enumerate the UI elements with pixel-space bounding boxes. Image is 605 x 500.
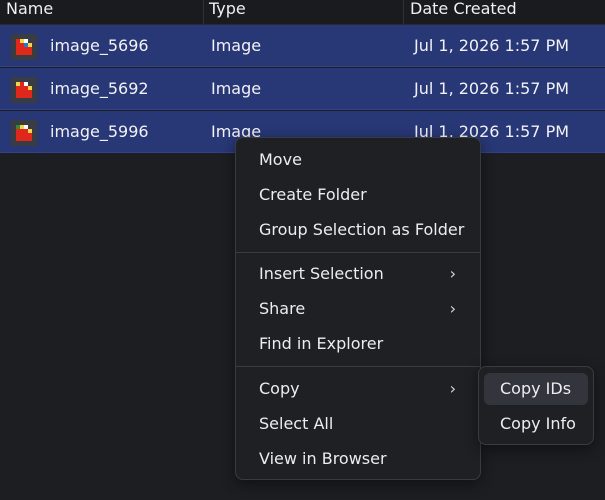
menu-item-label: View in Browser (259, 449, 387, 468)
menu-item-view-in-browser[interactable]: View in Browser (236, 442, 480, 476)
image-thumbnail-icon (11, 77, 37, 103)
menu-item-insert-selection[interactable]: Insert Selection › (236, 257, 480, 291)
image-thumbnail-icon (11, 34, 37, 60)
submenu-item-copy-info[interactable]: Copy Info (484, 408, 588, 440)
menu-item-share[interactable]: Share › (236, 292, 480, 326)
image-thumbnail-icon (11, 120, 37, 146)
table-row[interactable]: image_5692 Image Jul 1, 2026 1:57 PM (0, 68, 605, 110)
row-date-created: Jul 1, 2026 1:57 PM (414, 79, 570, 98)
column-header: Name Type Date Created (0, 0, 605, 25)
row-name: image_5696 (50, 36, 149, 55)
menu-item-label: Create Folder (259, 185, 367, 204)
menu-divider (236, 252, 480, 253)
menu-item-label: Find in Explorer (259, 334, 384, 353)
column-header-type[interactable]: Type (204, 0, 404, 24)
menu-item-copy[interactable]: Copy › (236, 372, 480, 406)
row-name: image_5692 (50, 79, 149, 98)
column-header-date-created[interactable]: Date Created (404, 0, 605, 24)
row-type: Image (211, 36, 262, 55)
copy-submenu: Copy IDs Copy Info (478, 366, 594, 445)
menu-item-label: Copy (259, 379, 300, 398)
column-header-name[interactable]: Name (0, 0, 204, 24)
menu-divider (236, 366, 480, 367)
menu-item-label: Group Selection as Folder (259, 220, 465, 239)
chevron-right-icon: › (449, 379, 456, 398)
menu-item-create-folder[interactable]: Create Folder (236, 178, 480, 212)
chevron-right-icon: › (449, 264, 456, 283)
submenu-item-label: Copy Info (500, 414, 576, 433)
menu-item-label: Select All (259, 414, 334, 433)
menu-item-select-all[interactable]: Select All (236, 407, 480, 441)
menu-item-label: Move (259, 150, 302, 169)
menu-item-label: Share (259, 299, 306, 318)
menu-item-move[interactable]: Move (236, 143, 480, 177)
submenu-item-copy-ids[interactable]: Copy IDs (484, 373, 588, 405)
menu-item-label: Insert Selection (259, 264, 384, 283)
context-menu: Move Create Folder Group Selection as Fo… (235, 137, 481, 480)
table-row[interactable]: image_5696 Image Jul 1, 2026 1:57 PM (0, 25, 605, 67)
chevron-right-icon: › (449, 299, 456, 318)
submenu-item-label: Copy IDs (500, 379, 572, 398)
row-name: image_5996 (50, 122, 149, 141)
menu-item-group-selection-as-folder[interactable]: Group Selection as Folder (236, 213, 480, 247)
menu-item-find-in-explorer[interactable]: Find in Explorer (236, 327, 480, 361)
row-type: Image (211, 79, 262, 98)
row-date-created: Jul 1, 2026 1:57 PM (414, 36, 570, 55)
